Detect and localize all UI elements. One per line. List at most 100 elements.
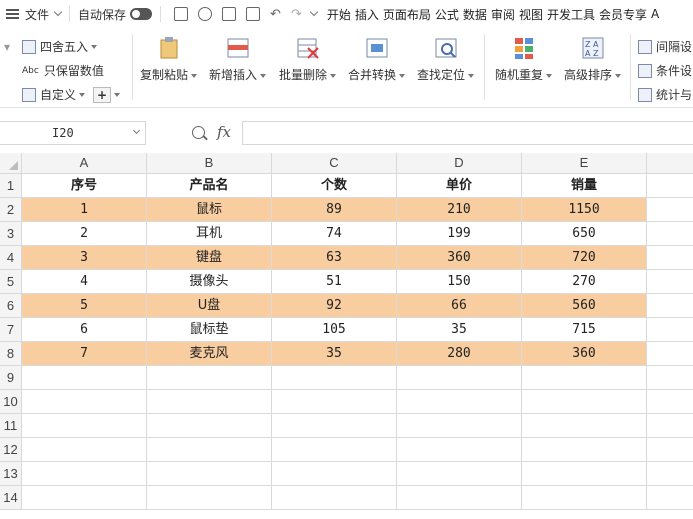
column-header-c[interactable]: C [272, 153, 397, 174]
custom-button[interactable]: 自定义 + [22, 86, 121, 103]
column-header-d[interactable]: D [397, 153, 522, 174]
tab-view[interactable]: 视图 [519, 6, 543, 23]
tab-data[interactable]: 数据 [463, 6, 487, 23]
save-icon[interactable] [174, 7, 189, 21]
empty-cell[interactable] [522, 462, 647, 486]
fx-icon[interactable]: fx [217, 123, 231, 141]
row-header[interactable]: 12 [0, 438, 22, 462]
empty-cell[interactable] [647, 294, 693, 318]
empty-cell[interactable] [397, 414, 522, 438]
print-icon[interactable] [222, 7, 237, 21]
header-cell[interactable]: 单价 [397, 174, 522, 198]
column-header-a[interactable]: A [22, 153, 147, 174]
undo-icon[interactable]: ↶ [270, 7, 281, 22]
tab-insert[interactable]: 插入 [355, 6, 379, 23]
empty-cell[interactable] [147, 438, 272, 462]
data-cell[interactable]: 7 [22, 342, 147, 366]
condition-setting-button[interactable]: 条件设 [638, 62, 692, 79]
empty-cell[interactable] [22, 414, 147, 438]
empty-cell[interactable] [522, 486, 647, 510]
empty-cell[interactable] [147, 462, 272, 486]
tab-member[interactable]: 会员专享 [599, 6, 647, 23]
tab-developer[interactable]: 开发工具 [547, 6, 595, 23]
zoom-icon[interactable] [192, 126, 205, 139]
tab-page-layout[interactable]: 页面布局 [383, 6, 431, 23]
row-header[interactable]: 13 [0, 462, 22, 486]
row-header[interactable]: 9 [0, 366, 22, 390]
chevron-down-icon[interactable] [132, 126, 141, 135]
empty-cell[interactable] [647, 366, 693, 390]
empty-cell[interactable] [147, 390, 272, 414]
data-cell[interactable]: 51 [272, 270, 397, 294]
empty-cell[interactable] [647, 174, 693, 198]
statistics-button[interactable]: 统计与 [638, 86, 692, 103]
advanced-sort-button[interactable]: Z AA Z 高级排序 [564, 36, 622, 83]
data-cell[interactable]: 摄像头 [147, 270, 272, 294]
empty-cell[interactable] [272, 438, 397, 462]
tab-more[interactable]: A [651, 7, 659, 21]
data-cell[interactable]: 1 [22, 198, 147, 222]
row-header[interactable]: 10 [0, 390, 22, 414]
data-cell[interactable]: 鼠标 [147, 198, 272, 222]
header-cell[interactable]: 产品名 [147, 174, 272, 198]
print-preview-icon[interactable] [246, 7, 261, 21]
tab-home[interactable]: 开始 [327, 6, 351, 23]
empty-cell[interactable] [522, 366, 647, 390]
empty-cell[interactable] [647, 198, 693, 222]
copy-paste-button[interactable]: 复制粘贴 [140, 36, 198, 83]
empty-cell[interactable] [647, 222, 693, 246]
empty-cell[interactable] [647, 270, 693, 294]
autosave-toggle[interactable] [130, 8, 153, 20]
data-cell[interactable]: 66 [397, 294, 522, 318]
row-header[interactable]: 5 [0, 270, 22, 294]
header-cell[interactable]: 销量 [522, 174, 647, 198]
data-cell[interactable]: 35 [397, 318, 522, 342]
row-header[interactable]: 3 [0, 222, 22, 246]
data-cell[interactable]: 560 [522, 294, 647, 318]
empty-cell[interactable] [647, 486, 693, 510]
file-menu[interactable]: 文件 [0, 0, 63, 28]
data-cell[interactable]: 360 [397, 246, 522, 270]
row-header[interactable]: 4 [0, 246, 22, 270]
data-cell[interactable]: 270 [522, 270, 647, 294]
data-cell[interactable]: 3 [22, 246, 147, 270]
empty-cell[interactable] [272, 390, 397, 414]
data-cell[interactable]: 650 [522, 222, 647, 246]
batch-delete-button[interactable]: 批量删除 [279, 36, 337, 83]
empty-cell[interactable] [397, 390, 522, 414]
spreadsheet-grid[interactable]: A B C D E 1 序号 产品名 个数 单价 销量 2 1 鼠标 89 210 1150 3 2 耳机 74 199 6… [0, 153, 693, 519]
find-locate-button[interactable]: 查找定位 [417, 36, 475, 83]
empty-cell[interactable] [22, 462, 147, 486]
data-cell[interactable]: 耳机 [147, 222, 272, 246]
format-painter-icon[interactable] [198, 7, 213, 21]
select-all-corner[interactable] [0, 153, 22, 174]
row-header[interactable]: 2 [0, 198, 22, 222]
tab-formulas[interactable]: 公式 [435, 6, 459, 23]
empty-cell[interactable] [272, 414, 397, 438]
empty-cell[interactable] [397, 462, 522, 486]
header-cell[interactable]: 序号 [22, 174, 147, 198]
merge-convert-button[interactable]: 合并转换 [348, 36, 406, 83]
data-cell[interactable]: 105 [272, 318, 397, 342]
empty-cell[interactable] [647, 342, 693, 366]
empty-cell[interactable] [147, 486, 272, 510]
row-header[interactable]: 8 [0, 342, 22, 366]
data-cell[interactable]: 1150 [522, 198, 647, 222]
empty-cell[interactable] [397, 486, 522, 510]
column-header-f[interactable] [647, 153, 693, 174]
empty-cell[interactable] [647, 462, 693, 486]
empty-cell[interactable] [647, 318, 693, 342]
redo-icon[interactable]: ↷ [291, 7, 302, 22]
empty-cell[interactable] [147, 366, 272, 390]
row-header[interactable]: 14 [0, 486, 22, 510]
plus-icon[interactable]: + [93, 86, 112, 103]
data-cell[interactable]: 92 [272, 294, 397, 318]
random-repeat-button[interactable]: 随机重复 [495, 36, 553, 83]
empty-cell[interactable] [22, 390, 147, 414]
interval-setting-button[interactable]: 间隔设 [638, 38, 692, 55]
column-header-e[interactable]: E [522, 153, 647, 174]
empty-cell[interactable] [647, 438, 693, 462]
empty-cell[interactable] [147, 414, 272, 438]
empty-cell[interactable] [22, 486, 147, 510]
data-cell[interactable]: 199 [397, 222, 522, 246]
